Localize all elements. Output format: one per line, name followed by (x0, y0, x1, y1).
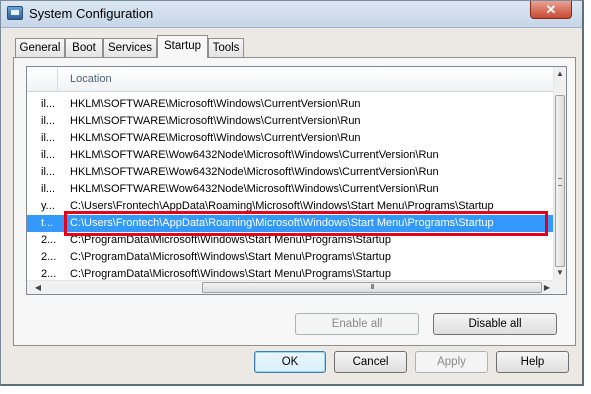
item-name-truncated: 2... (41, 251, 57, 263)
item-location: HKLM\SOFTWARE\Wow6432Node\Microsoft\Wind… (70, 149, 439, 161)
item-location: HKLM\SOFTWARE\Wow6432Node\Microsoft\Wind… (70, 183, 439, 195)
title-bar[interactable]: System Configuration ✕ (1, 1, 582, 28)
startup-items-list[interactable]: Location il... HKLM\SOFTWARE\Microsoft\Wi… (26, 66, 567, 295)
scroll-corner (553, 280, 566, 294)
item-location: HKLM\SOFTWARE\Wow6432Node\Microsoft\Wind… (70, 166, 439, 178)
item-name-truncated: il... (41, 183, 56, 195)
column-header-location[interactable]: Location (70, 73, 112, 85)
disable-all-label: Disable all (468, 318, 522, 330)
horizontal-scrollbar[interactable]: ◀ III ▶ (27, 280, 554, 294)
enable-all-label: Enable all (331, 318, 383, 330)
list-item[interactable]: il... HKLM\SOFTWARE\Wow6432Node\Microsoft… (27, 147, 554, 164)
item-location: C:\ProgramData\Microsoft\Windows\Start M… (70, 251, 391, 263)
system-configuration-window: System Configuration ✕ General Boot Serv… (0, 0, 584, 386)
item-name-truncated: t... (41, 217, 54, 229)
item-name-truncated: il... (41, 149, 56, 161)
item-location: HKLM\SOFTWARE\Microsoft\Windows\CurrentV… (70, 98, 361, 110)
list-item[interactable]: il... HKLM\SOFTWARE\Wow6432Node\Microsoft… (27, 164, 554, 181)
scroll-left-arrow-icon[interactable]: ◀ (31, 281, 45, 294)
msconfig-app-icon (7, 6, 23, 20)
item-location: C:\Users\Frontech\AppData\Roaming\Micros… (70, 217, 494, 229)
enable-all-button[interactable]: Enable all (295, 313, 419, 335)
item-location: C:\Users\Frontech\AppData\Roaming\Micros… (70, 200, 494, 212)
tab-boot[interactable]: Boot (65, 38, 103, 57)
vertical-scrollbar[interactable]: ▲ ▼ (553, 67, 566, 280)
list-item[interactable]: 2... C:\ProgramData\Microsoft\Windows\Sta… (27, 249, 554, 266)
vertical-scroll-thumb[interactable] (555, 95, 565, 267)
item-name-truncated: y... (41, 200, 55, 212)
tab-tools[interactable]: Tools (208, 38, 244, 57)
close-button[interactable]: ✕ (530, 1, 572, 19)
list-item[interactable]: il... HKLM\SOFTWARE\Wow6432Node\Microsoft… (27, 181, 554, 198)
item-name-truncated: 2... (41, 234, 57, 246)
horizontal-scroll-thumb[interactable]: III (202, 282, 542, 293)
scroll-grip-icon (558, 178, 562, 186)
tab-startup[interactable]: Startup (157, 35, 208, 58)
item-name-truncated: il... (41, 132, 56, 144)
item-name-truncated: il... (41, 98, 56, 110)
list-item[interactable]: 2... C:\ProgramData\Microsoft\Windows\Sta… (27, 232, 554, 249)
tab-services[interactable]: Services (103, 38, 157, 57)
disable-all-button[interactable]: Disable all (433, 313, 557, 335)
scroll-down-arrow-icon[interactable]: ▼ (554, 266, 566, 280)
scroll-up-arrow-icon[interactable]: ▲ (554, 67, 566, 81)
ok-button[interactable]: OK (254, 351, 326, 373)
item-location: C:\ProgramData\Microsoft\Windows\Start M… (70, 234, 391, 246)
item-name-truncated: il... (41, 115, 56, 127)
list-column-header: Location (27, 67, 554, 92)
item-location: HKLM\SOFTWARE\Microsoft\Windows\CurrentV… (70, 115, 361, 127)
startup-tab-panel: Location il... HKLM\SOFTWARE\Microsoft\Wi… (13, 57, 576, 346)
item-location: HKLM\SOFTWARE\Microsoft\Windows\CurrentV… (70, 132, 361, 144)
window-title: System Configuration (29, 6, 154, 21)
list-item-selected[interactable]: t... C:\Users\Frontech\AppData\Roaming\Mi… (27, 215, 554, 232)
item-name-truncated: il... (41, 166, 56, 178)
scroll-right-arrow-icon[interactable]: ▶ (540, 281, 554, 294)
tab-general[interactable]: General (15, 38, 65, 57)
list-item[interactable]: il... HKLM\SOFTWARE\Microsoft\Windows\Cur… (27, 96, 554, 113)
apply-button[interactable]: Apply (415, 351, 488, 373)
cancel-button[interactable]: Cancel (334, 351, 407, 373)
help-button[interactable]: Help (496, 351, 569, 373)
list-item[interactable]: y... C:\Users\Frontech\AppData\Roaming\Mi… (27, 198, 554, 215)
column-separator[interactable] (57, 67, 58, 91)
list-rows: il... HKLM\SOFTWARE\Microsoft\Windows\Cur… (27, 96, 554, 283)
list-item[interactable]: il... HKLM\SOFTWARE\Microsoft\Windows\Cur… (27, 113, 554, 130)
list-item[interactable]: il... HKLM\SOFTWARE\Microsoft\Windows\Cur… (27, 130, 554, 147)
